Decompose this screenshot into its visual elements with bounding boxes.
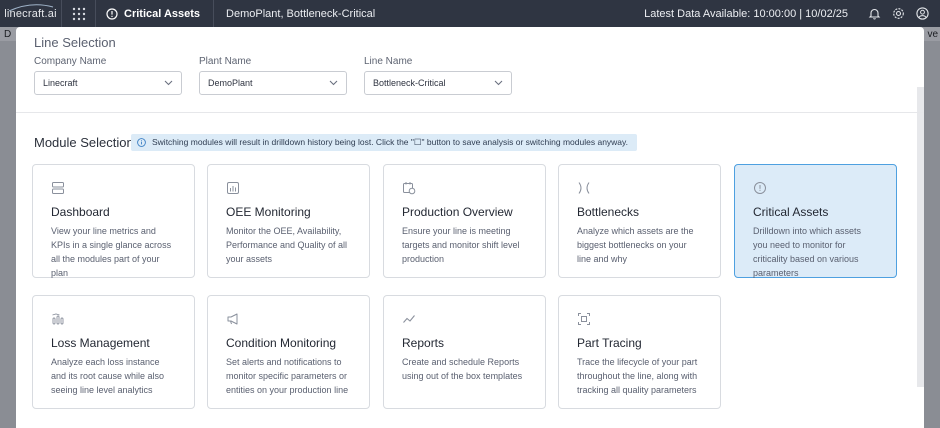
backdrop-text-left: D bbox=[4, 29, 12, 40]
module-desc: Trace the lifecycle of your part through… bbox=[577, 357, 698, 395]
bar-chart-icon bbox=[227, 182, 239, 194]
loss-icon bbox=[52, 313, 64, 325]
line-value: Bottleneck-Critical bbox=[373, 78, 446, 88]
logo-arc-icon bbox=[8, 4, 54, 12]
current-module[interactable]: Critical Assets bbox=[96, 0, 215, 27]
module-desc: Monitor the OEE, Availability, Performan… bbox=[226, 226, 348, 264]
plant-label: Plant Name bbox=[199, 56, 252, 67]
plant-select[interactable]: DemoPlant bbox=[199, 71, 347, 95]
company-value: Linecraft bbox=[43, 78, 78, 88]
line-label: Line Name bbox=[364, 56, 413, 67]
line-field: Line Name Bottleneck-Critical bbox=[364, 56, 512, 95]
bottleneck-icon bbox=[578, 182, 590, 194]
module-title: Condition Monitoring bbox=[226, 336, 337, 350]
module-desc: Set alerts and notifications to monitor … bbox=[226, 357, 349, 395]
module-title: Bottlenecks bbox=[577, 205, 640, 219]
module-switch-info-banner: Switching modules will result in drilldo… bbox=[131, 134, 638, 151]
alert-circle-icon bbox=[106, 7, 118, 20]
module-card-reports[interactable]: Reports Create and schedule Reports usin… bbox=[383, 295, 546, 409]
module-card-dashboard[interactable]: Dashboard View your line metrics and KPI… bbox=[32, 164, 195, 278]
backdrop-text-right: ve bbox=[927, 29, 938, 40]
module-title: Dashboard bbox=[51, 205, 110, 219]
plant-value: DemoPlant bbox=[208, 78, 253, 88]
module-card-loss-management[interactable]: Loss Management Analyze each loss instan… bbox=[32, 295, 195, 409]
banner-text: Switching modules will result in drilldo… bbox=[152, 137, 629, 147]
company-field: Company Name Linecraft bbox=[34, 56, 182, 95]
module-desc: Create and schedule Reports using out of… bbox=[402, 357, 523, 381]
module-title: Production Overview bbox=[402, 205, 513, 219]
info-icon bbox=[137, 138, 146, 147]
dashboard-icon bbox=[52, 182, 64, 194]
alert-circle-icon bbox=[754, 182, 766, 194]
company-select[interactable]: Linecraft bbox=[34, 71, 182, 95]
module-title: Reports bbox=[402, 336, 445, 350]
modal-scrollbar[interactable] bbox=[917, 87, 924, 387]
module-title: Part Tracing bbox=[577, 336, 642, 350]
logo[interactable]: linecraft.ai bbox=[0, 0, 62, 27]
latest-data-status: Latest Data Available: 10:00:00 | 10/02/… bbox=[644, 7, 848, 20]
line-selection-title: Line Selection bbox=[34, 35, 116, 50]
chevron-down-icon bbox=[329, 80, 338, 86]
megaphone-icon bbox=[227, 313, 238, 325]
trend-line-icon bbox=[403, 315, 415, 323]
calendar-clock-icon bbox=[403, 182, 416, 195]
current-module-label: Critical Assets bbox=[124, 7, 201, 20]
user-circle-icon bbox=[915, 7, 929, 20]
module-card-production-overview[interactable]: Production Overview Ensure your line is … bbox=[383, 164, 546, 278]
module-title: Critical Assets bbox=[753, 205, 829, 219]
module-desc: Analyze each loss instance and its root … bbox=[51, 357, 165, 395]
module-card-condition-monitoring[interactable]: Condition Monitoring Set alerts and noti… bbox=[207, 295, 370, 409]
line-select[interactable]: Bottleneck-Critical bbox=[364, 71, 512, 95]
chevron-down-icon bbox=[494, 80, 503, 86]
grid-icon bbox=[72, 7, 85, 20]
module-desc: Ensure your line is meeting targets and … bbox=[402, 226, 520, 264]
module-title: OEE Monitoring bbox=[226, 205, 311, 219]
app-grid-button[interactable] bbox=[62, 0, 96, 27]
plant-field: Plant Name DemoPlant bbox=[199, 56, 347, 95]
module-desc: Analyze which assets are the biggest bot… bbox=[577, 226, 694, 264]
notifications-button[interactable] bbox=[862, 0, 886, 27]
line-selection-section: Line Selection Company Name Linecraft Pl… bbox=[16, 27, 924, 113]
chevron-down-icon bbox=[164, 80, 173, 86]
module-card-critical-assets[interactable]: Critical Assets Drilldown into which ass… bbox=[734, 164, 897, 278]
module-desc: Drilldown into which assets you need to … bbox=[753, 226, 862, 278]
gear-icon bbox=[892, 8, 904, 19]
user-profile-button[interactable] bbox=[910, 0, 934, 27]
settings-button[interactable] bbox=[886, 0, 910, 27]
scan-icon bbox=[578, 313, 590, 325]
module-card-bottlenecks[interactable]: Bottlenecks Analyze which assets are the… bbox=[558, 164, 721, 278]
bell-icon bbox=[868, 8, 880, 20]
module-card-part-tracing[interactable]: Part Tracing Trace the lifecycle of your… bbox=[558, 295, 721, 409]
module-desc: View your line metrics and KPIs in a sin… bbox=[51, 226, 172, 278]
company-label: Company Name bbox=[34, 56, 107, 67]
module-title: Loss Management bbox=[51, 336, 150, 350]
module-selection-title: Module Selection bbox=[34, 135, 134, 150]
breadcrumb[interactable]: DemoPlant, Bottleneck-Critical bbox=[214, 8, 375, 20]
module-selection-modal: Line Selection Company Name Linecraft Pl… bbox=[16, 27, 924, 428]
top-bar: linecraft.ai Critical Assets DemoPlant, … bbox=[0, 0, 940, 27]
module-card-oee-monitoring[interactable]: OEE Monitoring Monitor the OEE, Availabi… bbox=[207, 164, 370, 278]
